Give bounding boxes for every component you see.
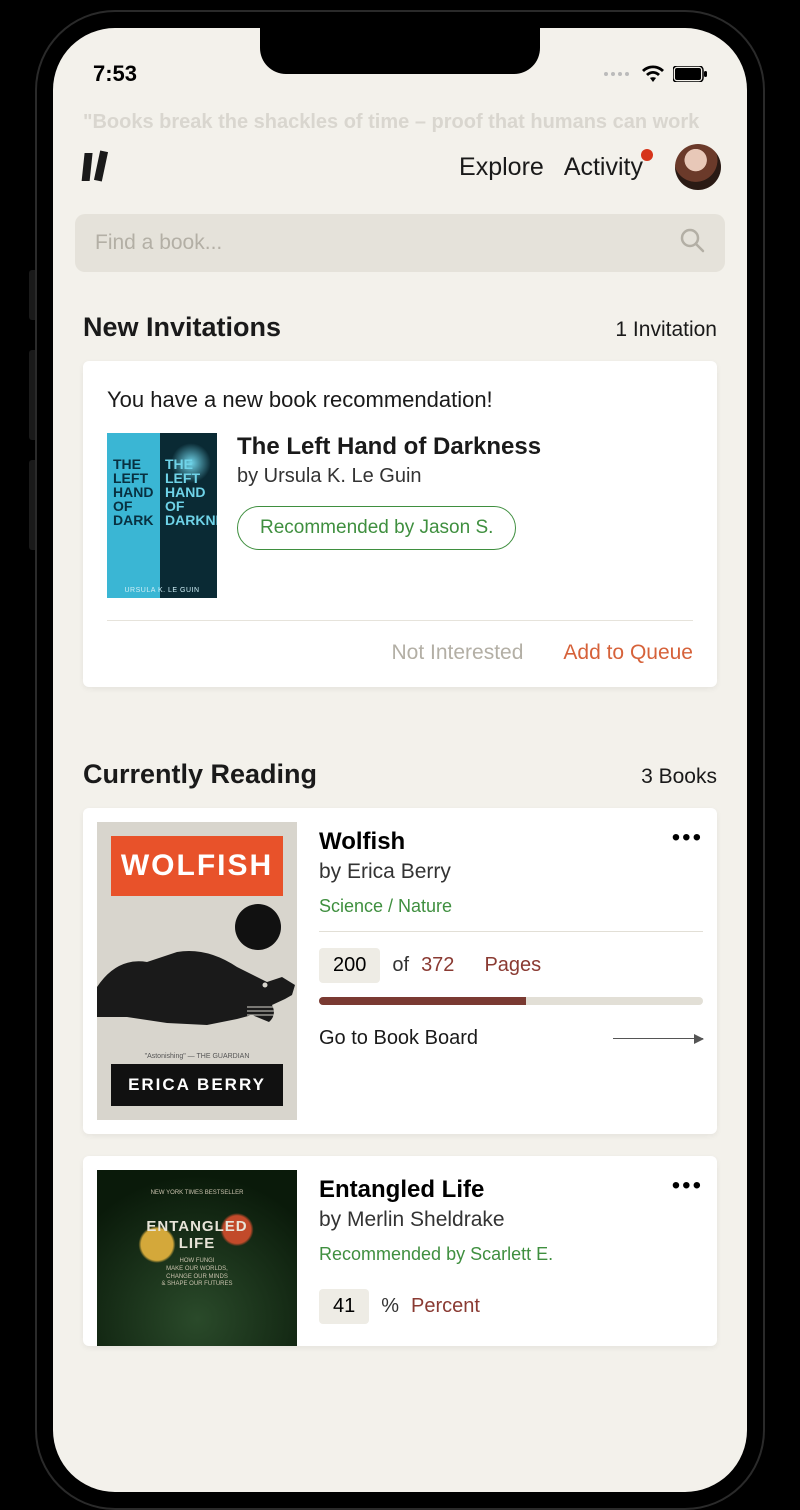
- nav-activity[interactable]: Activity: [564, 153, 643, 182]
- recommended-by-label: Recommended by Scarlett E.: [319, 1244, 703, 1279]
- notification-dot-icon: [641, 149, 653, 161]
- app-logo-icon[interactable]: [79, 148, 117, 186]
- reading-count: 3 Books: [641, 765, 717, 789]
- cellular-dots-icon: [604, 72, 629, 76]
- avatar[interactable]: [675, 144, 721, 190]
- recommended-by-pill[interactable]: Recommended by Jason S.: [237, 506, 516, 550]
- nav-explore[interactable]: Explore: [459, 153, 544, 182]
- nav-activity-label: Activity: [564, 153, 643, 181]
- wifi-icon: [641, 65, 665, 83]
- pages-unit: Pages: [484, 954, 541, 977]
- percent-symbol: %: [381, 1295, 399, 1318]
- reading-book-card: NEW YORK TIMES BESTSELLER ENTANGLED LIFE…: [83, 1156, 717, 1346]
- invitation-message: You have a new book recommendation!: [107, 387, 693, 413]
- progress-row: 200 of 372 Pages: [319, 948, 703, 983]
- invitation-card: You have a new book recommendation! THE …: [83, 361, 717, 687]
- invitation-book-author: by Ursula K. Le Guin: [237, 465, 541, 488]
- progress-fill: [319, 997, 526, 1005]
- reading-heading: Currently Reading: [83, 759, 317, 790]
- invitations-count: 1 Invitation: [615, 318, 717, 342]
- screen: 7:53 "Books break the shackles of time –…: [53, 28, 747, 1492]
- not-interested-button[interactable]: Not Interested: [391, 641, 523, 665]
- app-header: Explore Activity: [53, 132, 747, 206]
- pages-total: 372: [421, 954, 454, 977]
- progress-row: 41 % Percent: [319, 1289, 703, 1324]
- book-author: by Merlin Sheldrake: [319, 1208, 703, 1232]
- book-cover[interactable]: WOLFISH "Astonishing" — THE GUARDIAN ERI…: [97, 822, 297, 1120]
- search-input[interactable]: [95, 231, 679, 255]
- percent-current-input[interactable]: 41: [319, 1289, 369, 1324]
- battery-icon: [673, 66, 707, 82]
- quote-text: "Books break the shackles of time – proo…: [53, 98, 747, 132]
- side-button: [29, 270, 35, 320]
- phone-frame: 7:53 "Books break the shackles of time –…: [35, 10, 765, 1510]
- search-bar[interactable]: [75, 214, 725, 272]
- add-to-queue-button[interactable]: Add to Queue: [563, 641, 693, 665]
- invitation-book-title: The Left Hand of Darkness: [237, 433, 541, 461]
- side-button: [29, 350, 35, 440]
- progress-of: of: [392, 954, 409, 977]
- percent-unit: Percent: [411, 1295, 480, 1318]
- book-cover[interactable]: THE LEFT HAND OF DARK THE LEFT HAND OF D…: [107, 433, 217, 598]
- more-icon[interactable]: •••: [672, 824, 703, 852]
- invitations-heading: New Invitations: [83, 312, 281, 343]
- arrow-right-icon: [613, 1038, 703, 1040]
- wolf-illustration-icon: [97, 937, 297, 1057]
- search-icon: [679, 227, 705, 259]
- invitations-header: New Invitations 1 Invitation: [53, 272, 747, 361]
- book-cover[interactable]: NEW YORK TIMES BESTSELLER ENTANGLED LIFE…: [97, 1170, 297, 1346]
- reading-book-card: WOLFISH "Astonishing" — THE GUARDIAN ERI…: [83, 808, 717, 1134]
- book-genre[interactable]: Science / Nature: [319, 896, 703, 932]
- reading-header: Currently Reading 3 Books: [53, 687, 747, 808]
- status-time: 7:53: [93, 61, 137, 87]
- progress-bar[interactable]: [319, 997, 703, 1005]
- book-author: by Erica Berry: [319, 860, 703, 884]
- book-board-link[interactable]: Go to Book Board: [319, 1027, 703, 1050]
- book-board-label: Go to Book Board: [319, 1027, 478, 1050]
- book-title: Entangled Life: [319, 1176, 703, 1204]
- notch: [260, 28, 540, 74]
- pages-current-input[interactable]: 200: [319, 948, 380, 983]
- side-button: [29, 460, 35, 550]
- book-title: Wolfish: [319, 828, 703, 856]
- more-icon[interactable]: •••: [672, 1172, 703, 1200]
